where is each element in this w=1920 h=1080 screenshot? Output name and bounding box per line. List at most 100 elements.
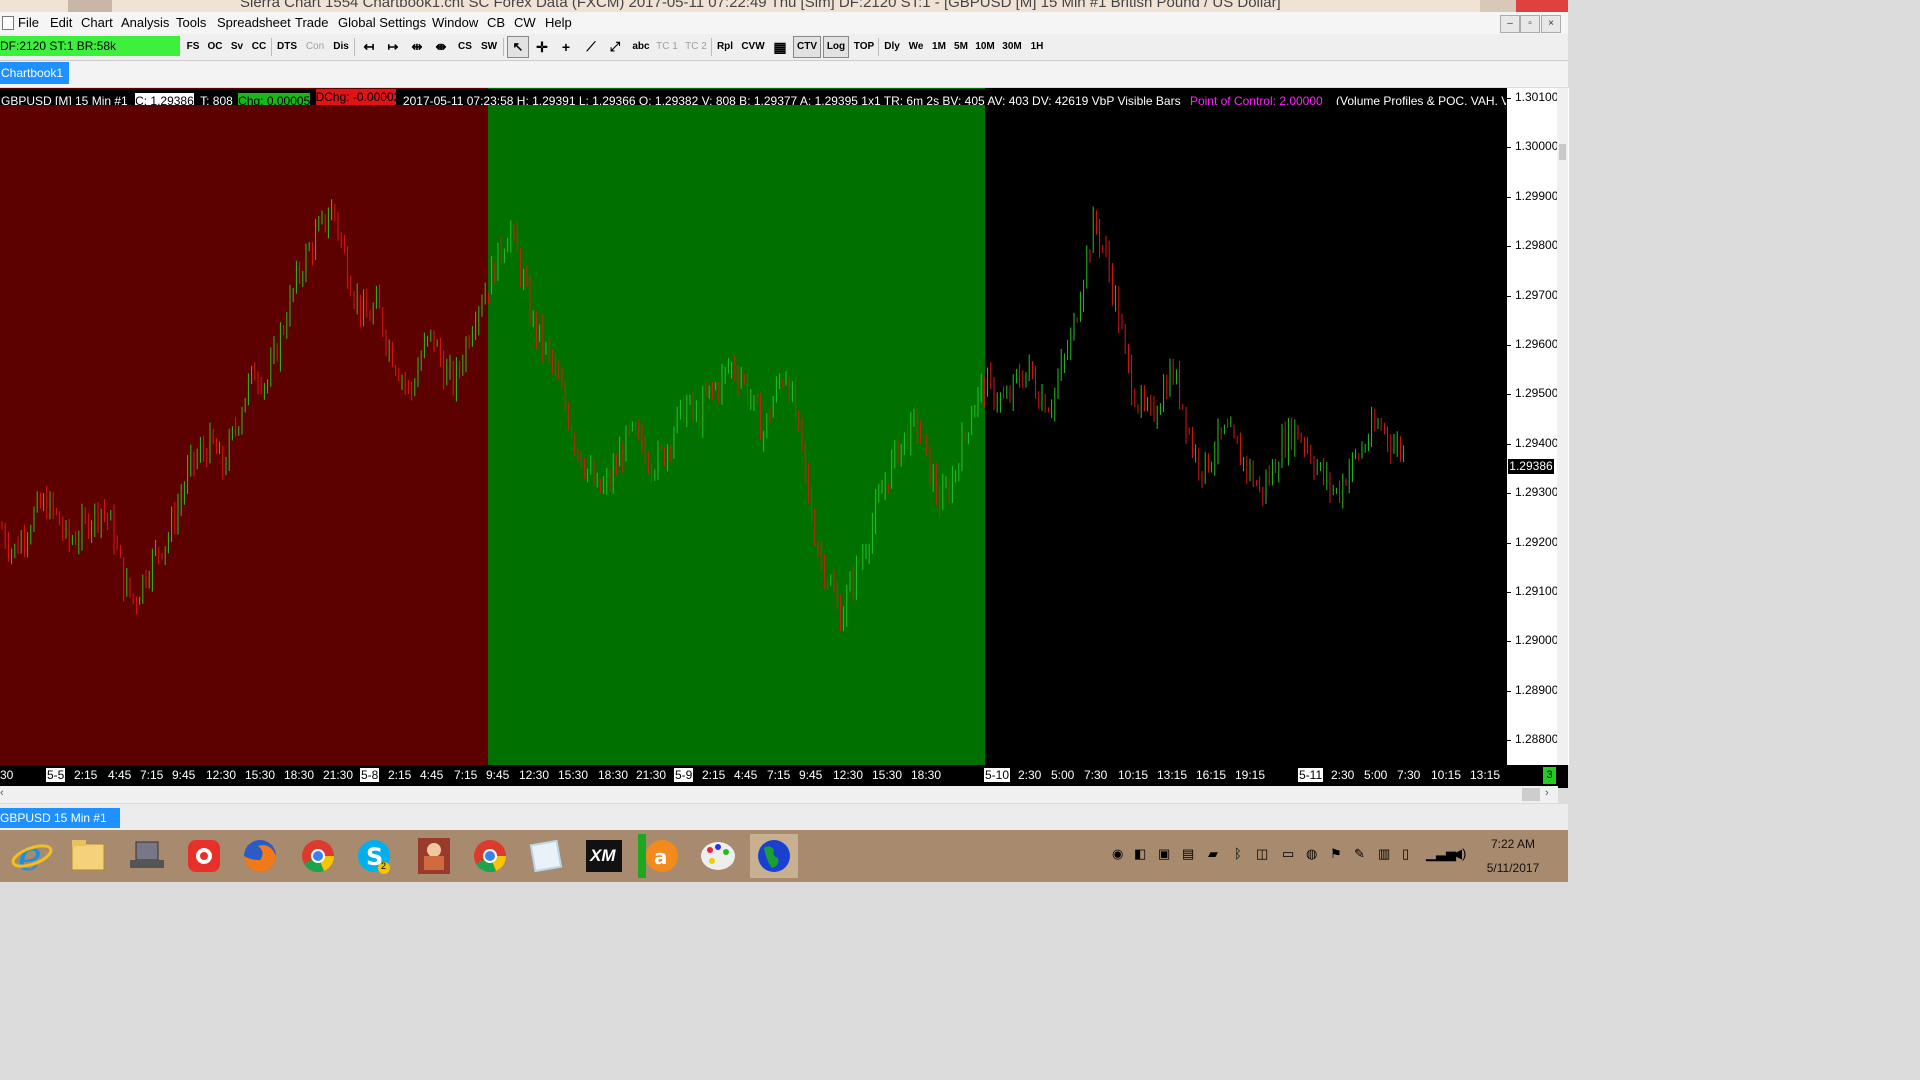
pointer-tool-icon[interactable]: ↖ (507, 36, 529, 58)
chrome-2-icon[interactable] (466, 834, 514, 878)
skype-icon[interactable]: S 2 (352, 834, 400, 878)
close-button[interactable] (1516, 0, 1568, 12)
scale-expand-icon[interactable]: ↦ (382, 36, 404, 58)
menu-cw[interactable]: CW (514, 15, 536, 30)
chart-window[interactable]: GBPUSD [M] 15 Min #1 C: 1.29386 T: 808 C… (0, 88, 1569, 788)
tb-tc2-button[interactable]: TC 2 (683, 36, 709, 58)
app-menu-icon[interactable] (2, 16, 14, 30)
tb-text-tool-button[interactable]: abc (629, 36, 653, 58)
tb-we-button[interactable]: We (905, 36, 927, 58)
chrome-icon[interactable] (294, 834, 342, 878)
menu-cb[interactable]: CB (487, 15, 505, 30)
tb-tc1-button[interactable]: TC 1 (655, 36, 679, 58)
display-tray-icon[interactable]: ▤ (1182, 846, 1194, 862)
tb-1m-button[interactable]: 1M (929, 36, 949, 58)
firefox-icon[interactable] (236, 834, 284, 878)
tb-cc-button[interactable]: CC (249, 36, 269, 58)
crosshair-tool-icon[interactable]: ✛ (531, 36, 553, 58)
tb-top-button[interactable]: TOP (851, 36, 877, 58)
tb-dly-button[interactable]: Dly (881, 36, 903, 58)
price-plot[interactable] (0, 88, 1506, 765)
bluetooth-icon[interactable]: ᛒ (1234, 846, 1242, 861)
chartbook-tab[interactable]: Chartbook1 (0, 62, 69, 84)
update-tray-icon[interactable]: ◍ (1306, 846, 1317, 862)
camera-app-icon[interactable] (180, 834, 228, 878)
tb-fs-button[interactable]: FS (183, 36, 203, 58)
bar-spacing-increase-icon[interactable]: ⇼ (430, 36, 452, 58)
tb-sv-button[interactable]: Sv (227, 36, 247, 58)
menu-edit[interactable]: Edit (50, 15, 72, 30)
tb-rpl-button[interactable]: Rpl (714, 36, 736, 58)
time-axis[interactable]: 30 5-5 2:15 4:45 7:15 9:45 12:30 15:30 18:30 21:3… (0, 765, 1545, 785)
tb-30m-button[interactable]: 30M (1000, 36, 1024, 58)
battery-icon[interactable]: ▯ (1402, 846, 1409, 862)
mdi-restore-icon[interactable]: ▫ (1520, 15, 1540, 33)
title-app-button[interactable] (68, 0, 112, 12)
time-day-marker: 5-8 (360, 768, 380, 782)
menu-chart[interactable]: Chart (81, 15, 113, 30)
tb-log-button[interactable]: Log (823, 36, 849, 58)
input-tray-icon[interactable]: ▥ (1378, 846, 1390, 862)
price-tick (1507, 690, 1511, 692)
time-label: 15:30 (872, 768, 903, 782)
horizontal-scrollbar[interactable]: ‹ › (0, 786, 1558, 803)
horizontal-scroll-thumb[interactable] (1522, 788, 1540, 801)
tb-10m-button[interactable]: 10M (973, 36, 997, 58)
tb-con-button[interactable]: Con (302, 36, 328, 58)
menu-help[interactable]: Help (545, 15, 572, 30)
menu-global-settings[interactable]: Global Settings (338, 15, 426, 30)
network-app-icon[interactable] (122, 834, 170, 878)
menu-window[interactable]: Window (432, 15, 478, 30)
line-tool-icon[interactable]: ⟋ (580, 36, 602, 58)
mdi-minimize-icon[interactable]: – (1500, 15, 1520, 33)
tb-cvw-button[interactable]: CVW (739, 36, 767, 58)
tb-5m-button[interactable]: 5M (951, 36, 971, 58)
tb-cs-button[interactable]: CS (455, 36, 475, 58)
game-app-icon[interactable] (410, 834, 458, 878)
taskbar: e S 2 XM a ◉ ◧ ▣ ▤ ▰ ᛒ ◫ ▭ ◍ ⚑ ✎ ▥ ▯ ▁▃▅… (0, 830, 1568, 882)
chart-tab[interactable]: GBPUSD 15 Min #1 (0, 808, 120, 828)
flag-tray-icon[interactable]: ⚑ (1330, 846, 1342, 862)
paint-app-icon[interactable] (694, 834, 742, 878)
lock-tray-icon[interactable]: ▣ (1158, 846, 1170, 862)
price-tick (1507, 147, 1511, 149)
menu-analysis[interactable]: Analysis (121, 15, 169, 30)
xm-app-label: XM (590, 846, 616, 865)
bar-spacing-decrease-icon[interactable]: ⇹ (406, 36, 428, 58)
notes-app-icon[interactable] (522, 834, 570, 878)
tb-dis-button[interactable]: Dis (330, 36, 352, 58)
chrome-tray-icon[interactable]: ◉ (1112, 846, 1123, 862)
brush-tray-icon[interactable]: ✎ (1354, 846, 1365, 862)
vertical-scroll-thumb[interactable] (1559, 144, 1566, 160)
chart-poc-value: Point of Control: 2.00000 (1189, 94, 1323, 105)
tb-ctv-button[interactable]: CTV (793, 36, 821, 58)
internet-explorer-icon[interactable]: e (8, 834, 56, 880)
scale-compress-icon[interactable]: ↤ (358, 36, 380, 58)
scroll-right-icon[interactable]: › (1545, 787, 1549, 799)
menu-file[interactable]: File (18, 15, 39, 30)
grid-icon[interactable]: ▦ (769, 36, 791, 58)
gpu-tray-icon[interactable]: ▰ (1208, 846, 1218, 862)
ray-tool-icon[interactable]: ⤢ (604, 36, 626, 58)
keyboard-tray-icon[interactable]: ▭ (1282, 846, 1294, 862)
network-tray-icon[interactable]: ◫ (1256, 846, 1268, 862)
vertical-scrollbar[interactable] (1557, 88, 1568, 765)
tb-oc-button[interactable]: OC (205, 36, 225, 58)
system-clock[interactable]: 7:22 AM 5/11/2017 (1478, 836, 1548, 876)
tb-1h-button[interactable]: 1H (1027, 36, 1047, 58)
xm-app-icon[interactable]: XM (580, 834, 628, 878)
scroll-left-icon[interactable]: ‹ (0, 787, 4, 799)
menu-spreadsheet[interactable]: Spreadsheet (217, 15, 291, 30)
volume-icon[interactable]: ◀) (1452, 846, 1466, 862)
menu-tools[interactable]: Tools (176, 15, 206, 30)
tb-dts-button[interactable]: DTS (275, 36, 299, 58)
maximize-button[interactable] (1480, 0, 1516, 12)
menu-trade[interactable]: Trade (295, 15, 328, 30)
tray-app-icon[interactable]: ◧ (1134, 846, 1146, 862)
globe-app-icon[interactable] (750, 834, 798, 878)
mdi-close-icon[interactable]: × (1541, 15, 1561, 33)
tb-sw-button[interactable]: SW (478, 36, 500, 58)
file-explorer-icon[interactable] (64, 834, 112, 878)
cursor-crosshair-icon[interactable]: + (555, 36, 577, 58)
avast-app-icon[interactable]: a (636, 834, 684, 878)
